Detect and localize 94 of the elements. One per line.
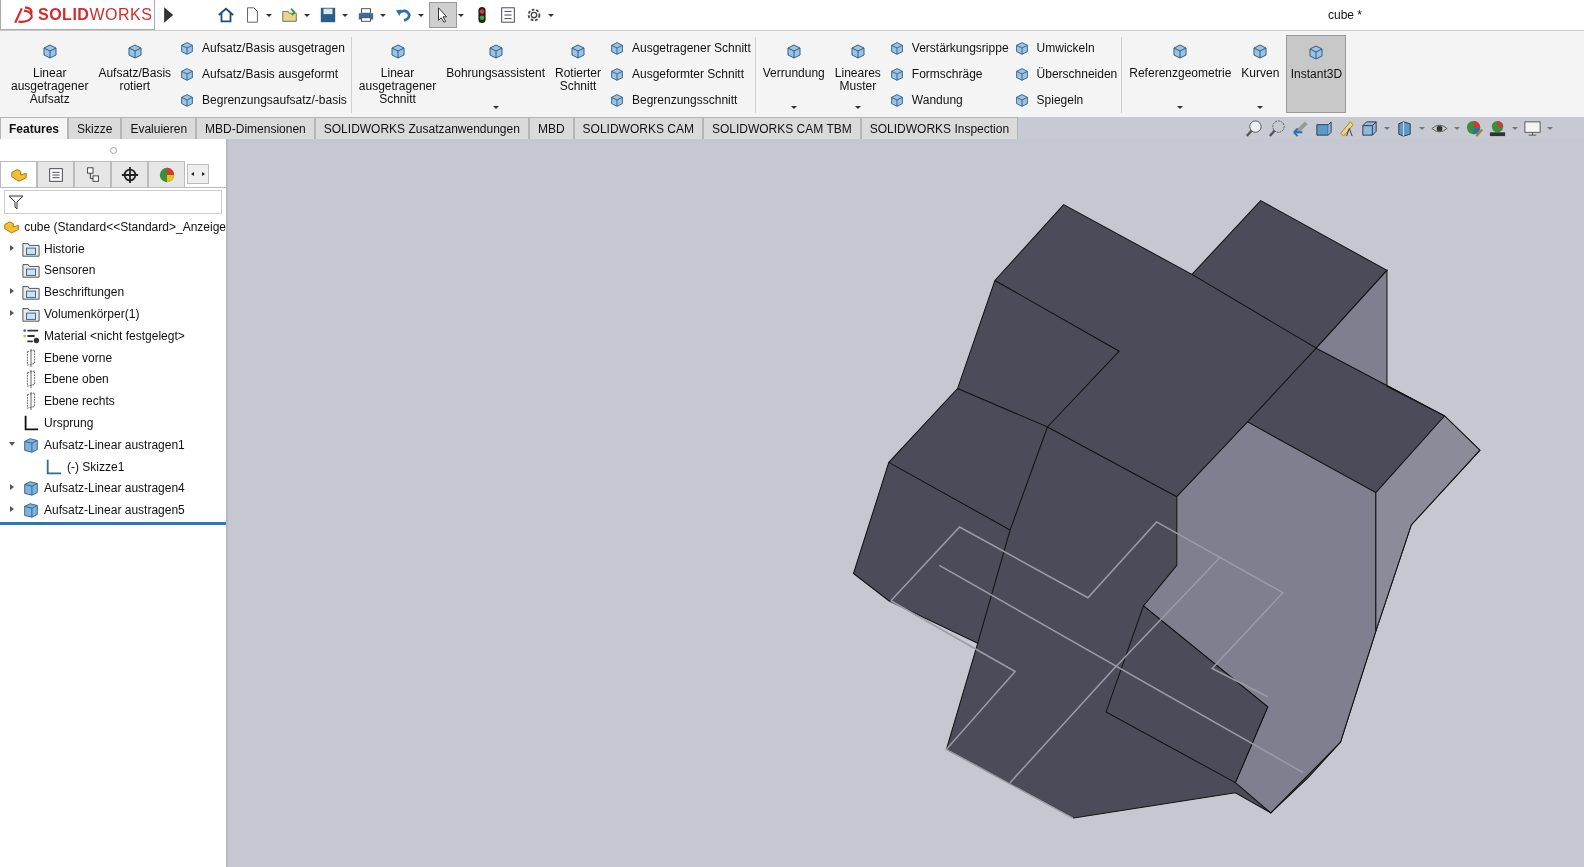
folder-icon <box>22 305 40 324</box>
ribbon-button[interactable]: Kurven <box>1238 35 1283 113</box>
annotation-view-icon[interactable] <box>1337 118 1356 138</box>
ribbon-tab[interactable]: Evaluieren <box>121 117 197 139</box>
caret-icon[interactable] <box>547 11 555 19</box>
crosshair-icon <box>120 165 139 184</box>
ribbon-tab[interactable]: SOLIDWORKS CAM TBM <box>702 117 861 139</box>
tree-item[interactable]: Historie <box>44 241 85 256</box>
caret-icon[interactable] <box>379 11 387 19</box>
logo-text: SOLIDWORKS <box>38 5 153 24</box>
expand-arrow-icon[interactable] <box>8 243 16 252</box>
ribbon-button[interactable]: Aufsatz/Basis ausgetragen <box>178 37 347 58</box>
folder-icon <box>22 261 40 280</box>
caret-icon[interactable] <box>341 11 349 19</box>
ribbon-button[interactable]: Begrenzungsaufsatz/-basis <box>178 89 347 110</box>
ribbon-button[interactable]: Wandung <box>887 89 1009 110</box>
box-icon <box>22 479 40 498</box>
panel-tab[interactable] <box>111 161 148 187</box>
material-icon <box>22 326 40 345</box>
ribbon-tab[interactable]: MBD-Dimensionen <box>196 117 315 139</box>
caret-icon[interactable] <box>303 11 311 19</box>
section-view-icon[interactable] <box>1314 118 1333 138</box>
options-list-icon[interactable] <box>499 6 517 24</box>
zoom-area-icon[interactable] <box>1268 118 1287 138</box>
expand-arrow-icon[interactable] <box>8 483 16 492</box>
scene-icon[interactable] <box>1488 118 1507 138</box>
tree-item[interactable]: Aufsatz-Linear austragen5 <box>44 503 185 518</box>
property-list-icon <box>46 165 65 184</box>
ribbon-button[interactable]: Ausgetragener Schnitt <box>608 37 751 58</box>
color-wheel-icon <box>157 165 176 184</box>
expand-arrow-icon[interactable] <box>8 309 16 318</box>
ribbon-button[interactable]: Aufsatz/Basis rotiert <box>95 35 175 113</box>
ribbon-tab[interactable]: MBD <box>528 117 574 139</box>
ribbon-tab[interactable]: SOLIDWORKS Zusatzanwendungen <box>314 117 529 139</box>
tree-item[interactable]: Beschriftungen <box>44 285 125 300</box>
box-icon <box>22 501 40 520</box>
filter-icon <box>8 194 24 210</box>
panel-tab[interactable] <box>37 161 74 187</box>
monitor-icon[interactable] <box>1523 118 1542 138</box>
tree-item[interactable]: Ebene vorne <box>44 350 113 365</box>
caret-icon[interactable] <box>417 11 425 19</box>
ribbon-button[interactable]: Verrundung <box>759 35 828 113</box>
logo-mark-icon <box>13 4 35 25</box>
ribbon-button[interactable]: Bohrungsassistent <box>443 35 548 113</box>
ribbon-button[interactable]: Linear ausgetragener Aufsatz <box>8 35 92 113</box>
ribbon-button[interactable]: Linear ausgetragener Schnitt <box>355 35 440 113</box>
ribbon-tab[interactable]: Features <box>0 117 69 139</box>
tree-item[interactable]: Aufsatz-Linear austragen1 <box>44 437 185 452</box>
ribbon-button[interactable]: Rotierter Schnitt <box>551 35 604 113</box>
tree-item[interactable]: Material <nicht festgelegt> <box>44 328 185 343</box>
ribbon-button[interactable]: Aufsatz/Basis ausgeformt <box>178 63 347 84</box>
expand-arrow-icon[interactable] <box>8 287 16 296</box>
appearance-icon[interactable] <box>1465 118 1484 138</box>
zoom-fit-icon[interactable] <box>1245 118 1264 138</box>
folder-icon <box>22 283 40 302</box>
ribbon-button[interactable]: Umwickeln <box>1012 37 1118 58</box>
sketch-icon <box>45 457 63 476</box>
save-icon[interactable] <box>319 6 337 24</box>
tree-item[interactable]: Volumenkörper(1) <box>44 307 140 322</box>
home-icon[interactable] <box>217 6 235 24</box>
display-style-icon[interactable] <box>1395 118 1414 138</box>
tree-item[interactable]: Ebene rechts <box>44 394 115 409</box>
window-title: cube * <box>1326 8 1363 22</box>
expand-arrow-icon[interactable] <box>8 505 16 514</box>
filter-field[interactable] <box>4 190 222 214</box>
ribbon-button[interactable]: Überschneiden <box>1012 63 1118 84</box>
ribbon-tab[interactable]: SOLIDWORKS Inspection <box>860 117 1019 139</box>
tree-item[interactable]: Ebene oben <box>44 372 109 387</box>
collapse-arrow-icon[interactable] <box>8 439 16 448</box>
open-folder-icon[interactable] <box>281 6 299 24</box>
origin-icon <box>22 414 40 433</box>
caret-icon[interactable] <box>265 11 273 19</box>
ribbon-button[interactable]: Lineares Muster <box>831 35 884 113</box>
ribbon-button[interactable]: Verstärkungsrippe <box>887 37 1009 58</box>
view-orientation-icon[interactable] <box>1360 118 1379 138</box>
ribbon-button[interactable]: Formschräge <box>887 63 1009 84</box>
tree-item[interactable]: Aufsatz-Linear austragen4 <box>44 481 185 496</box>
tree-item[interactable]: Ursprung <box>44 416 94 431</box>
ribbon-button[interactable]: Instant3D <box>1286 35 1347 113</box>
box-icon <box>22 435 40 454</box>
ribbon-button[interactable]: Spiegeln <box>1012 89 1118 110</box>
print-icon[interactable] <box>357 6 375 24</box>
select-button[interactable] <box>429 2 457 28</box>
caret-icon[interactable] <box>457 11 465 19</box>
ribbon-button[interactable]: Ausgeformter Schnitt <box>608 63 751 84</box>
ribbon-tab[interactable]: SOLIDWORKS CAM <box>573 117 703 139</box>
tree-item[interactable]: cube (Standard<<Standard>_Anzeige <box>24 219 226 234</box>
app-logo[interactable]: SOLIDWORKS <box>0 0 155 30</box>
ribbon-button[interactable]: Begrenzungsschnitt <box>608 89 751 110</box>
ribbon-tab[interactable]: Skizze <box>68 117 122 139</box>
tree-item[interactable]: Sensoren <box>44 263 96 278</box>
ribbon-button[interactable]: Referenzgeometrie <box>1126 35 1235 113</box>
settings-icon[interactable] <box>525 6 543 24</box>
tree-item[interactable]: (-) Skizze1 <box>67 459 125 474</box>
